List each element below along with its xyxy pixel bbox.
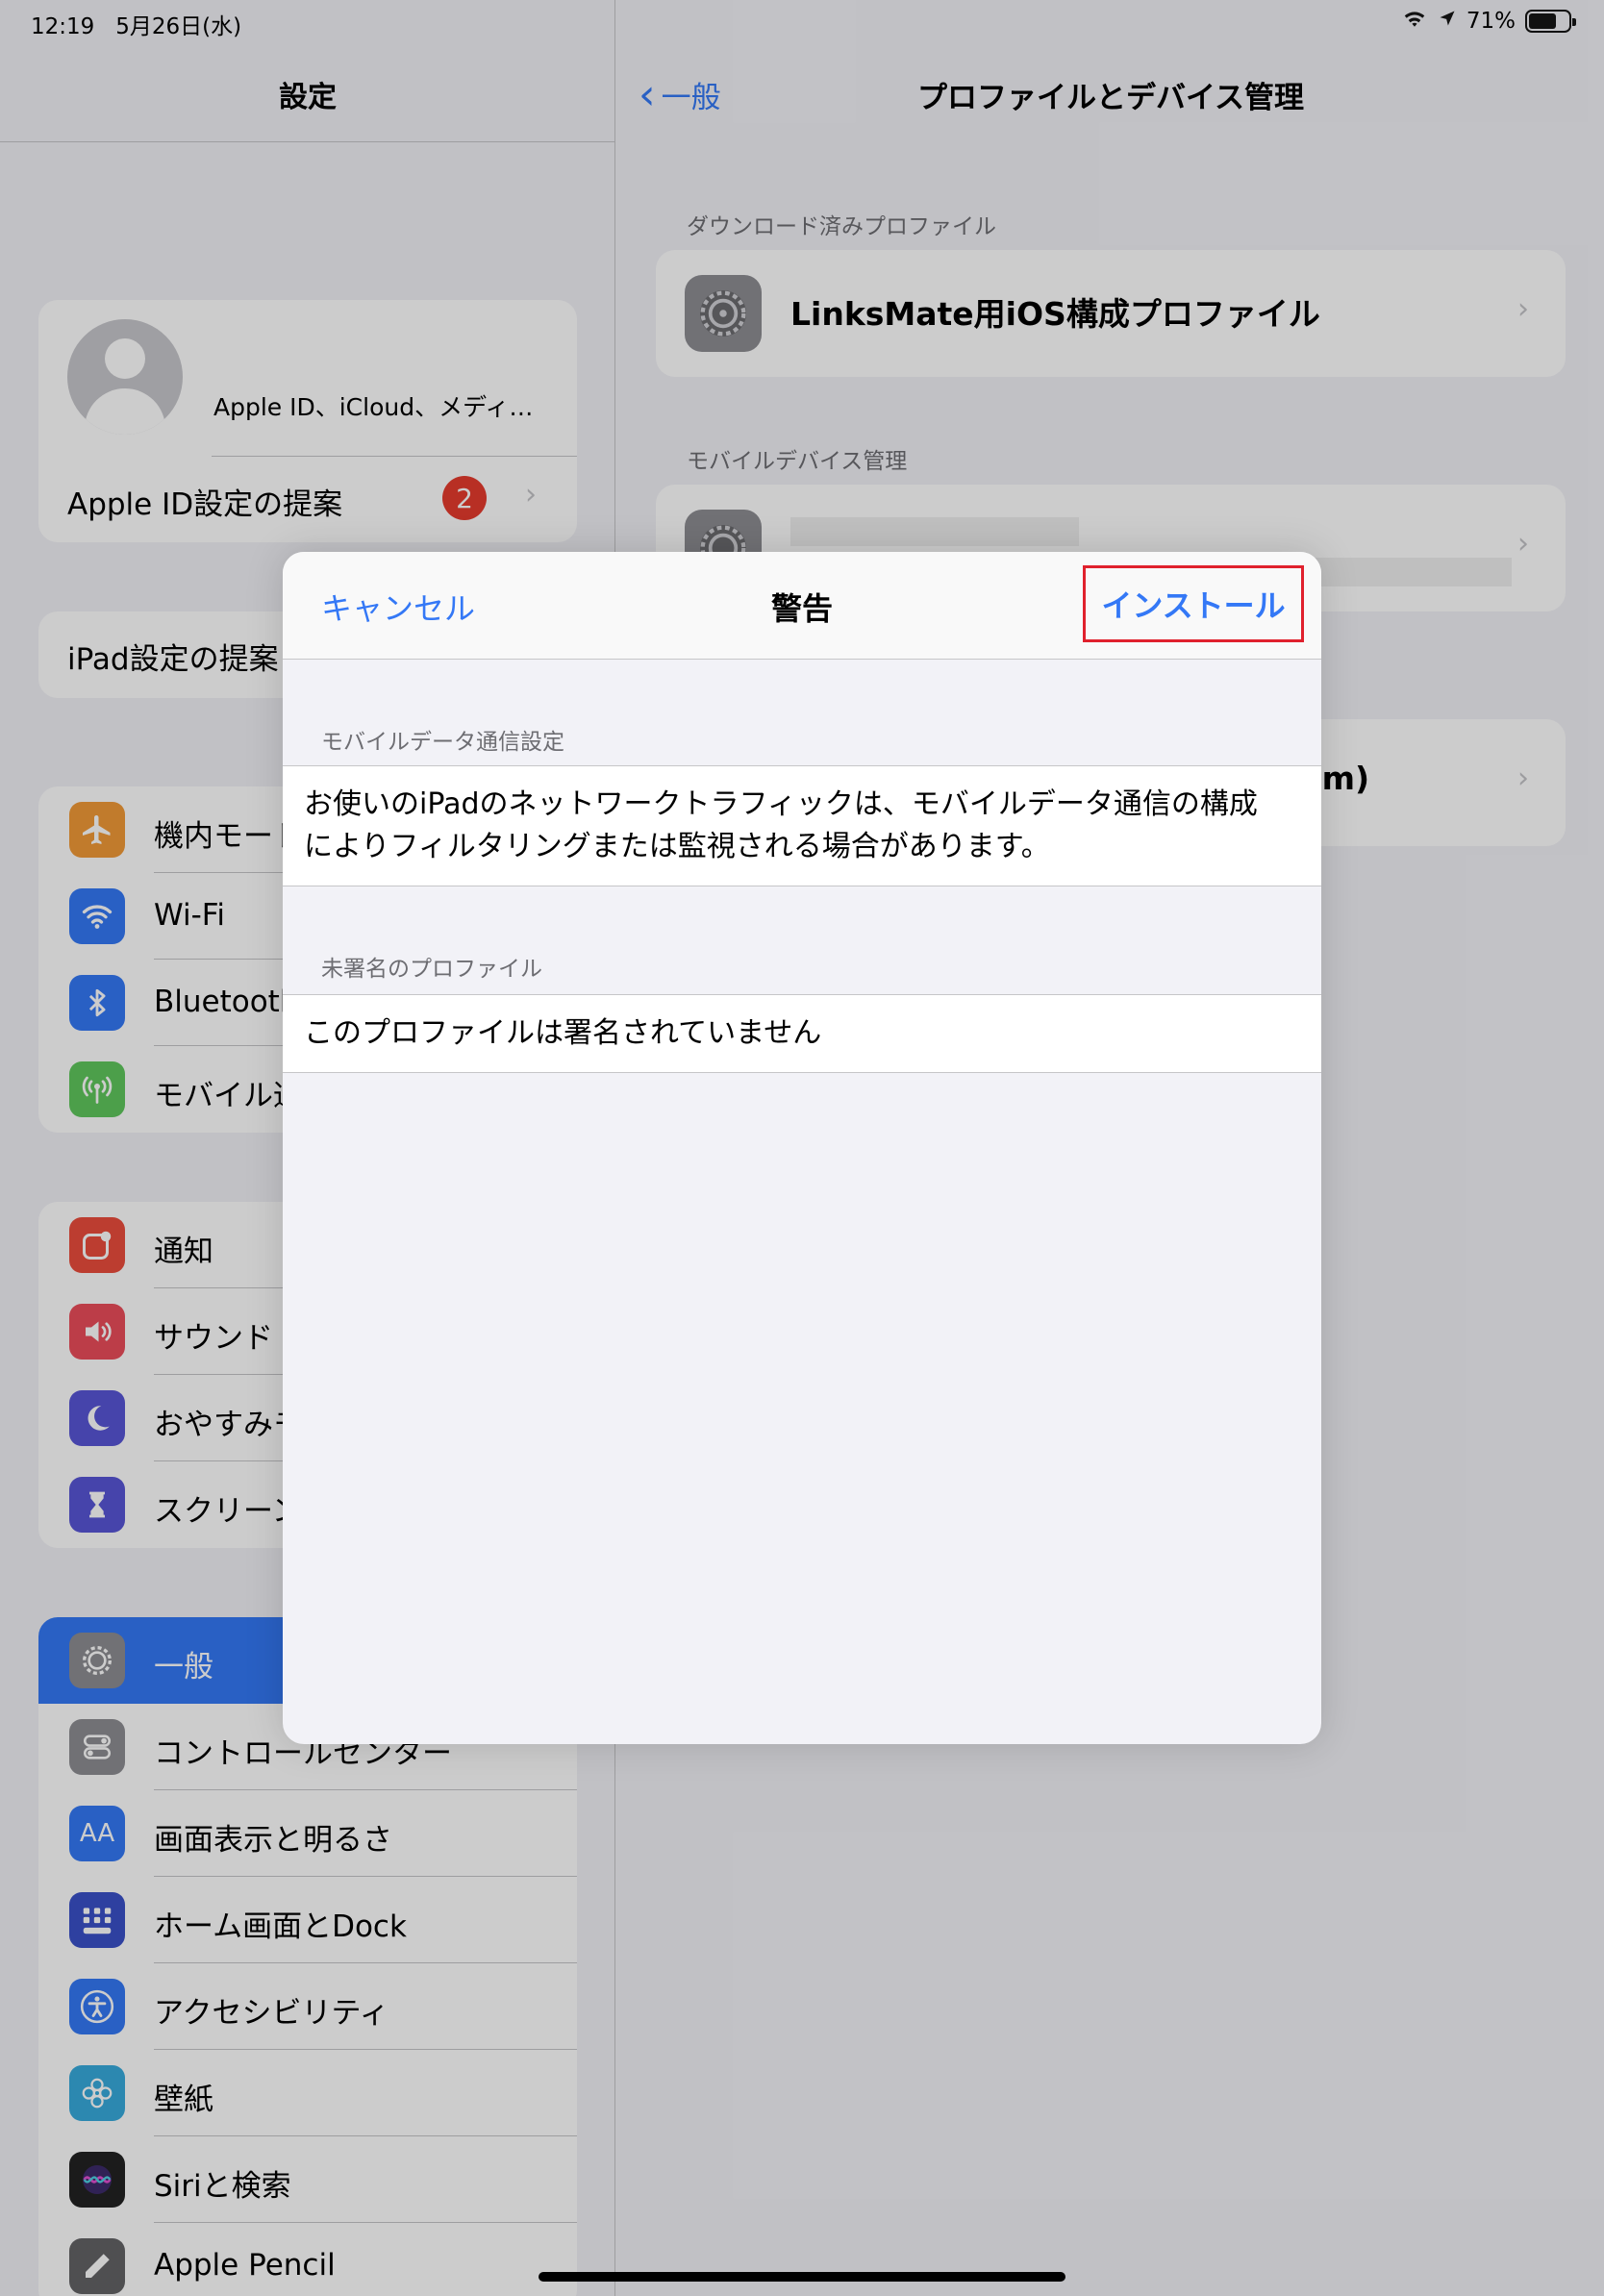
- wifi-icon: [1401, 8, 1428, 35]
- section-header-unsigned: 未署名のプロファイル: [321, 957, 542, 982]
- battery-icon: [1525, 10, 1576, 33]
- battery-level: [1529, 13, 1557, 29]
- modal-header: 警告 キャンセル インストール: [283, 552, 1321, 660]
- unsigned-profile-cell: このプロファイルは署名されていません: [283, 994, 1321, 1073]
- status-clock: 12:19: [31, 14, 95, 39]
- status-time: 12:19 5月26日(水): [31, 8, 241, 40]
- status-indicators: 71%: [1401, 8, 1576, 35]
- cancel-button[interactable]: キャンセル: [321, 585, 475, 629]
- battery-percentage: 71%: [1466, 9, 1516, 34]
- home-indicator[interactable]: [539, 2272, 1065, 2282]
- install-button[interactable]: インストール: [1083, 565, 1304, 642]
- mobile-data-warning-text: お使いのiPadのネットワークトラフィックは、モバイルデータ通信の構成によりフィ…: [304, 787, 1258, 863]
- warning-modal: 警告 キャンセル インストール モバイルデータ通信設定 お使いのiPadのネット…: [283, 552, 1321, 1744]
- location-icon: [1438, 9, 1457, 34]
- unsigned-profile-text: このプロファイルは署名されていません: [304, 1016, 822, 1050]
- mobile-data-warning-cell: お使いのiPadのネットワークトラフィックは、モバイルデータ通信の構成によりフィ…: [283, 765, 1321, 886]
- section-header-mobile-data: モバイルデータ通信設定: [321, 730, 564, 755]
- status-date: 5月26日(水): [115, 14, 242, 39]
